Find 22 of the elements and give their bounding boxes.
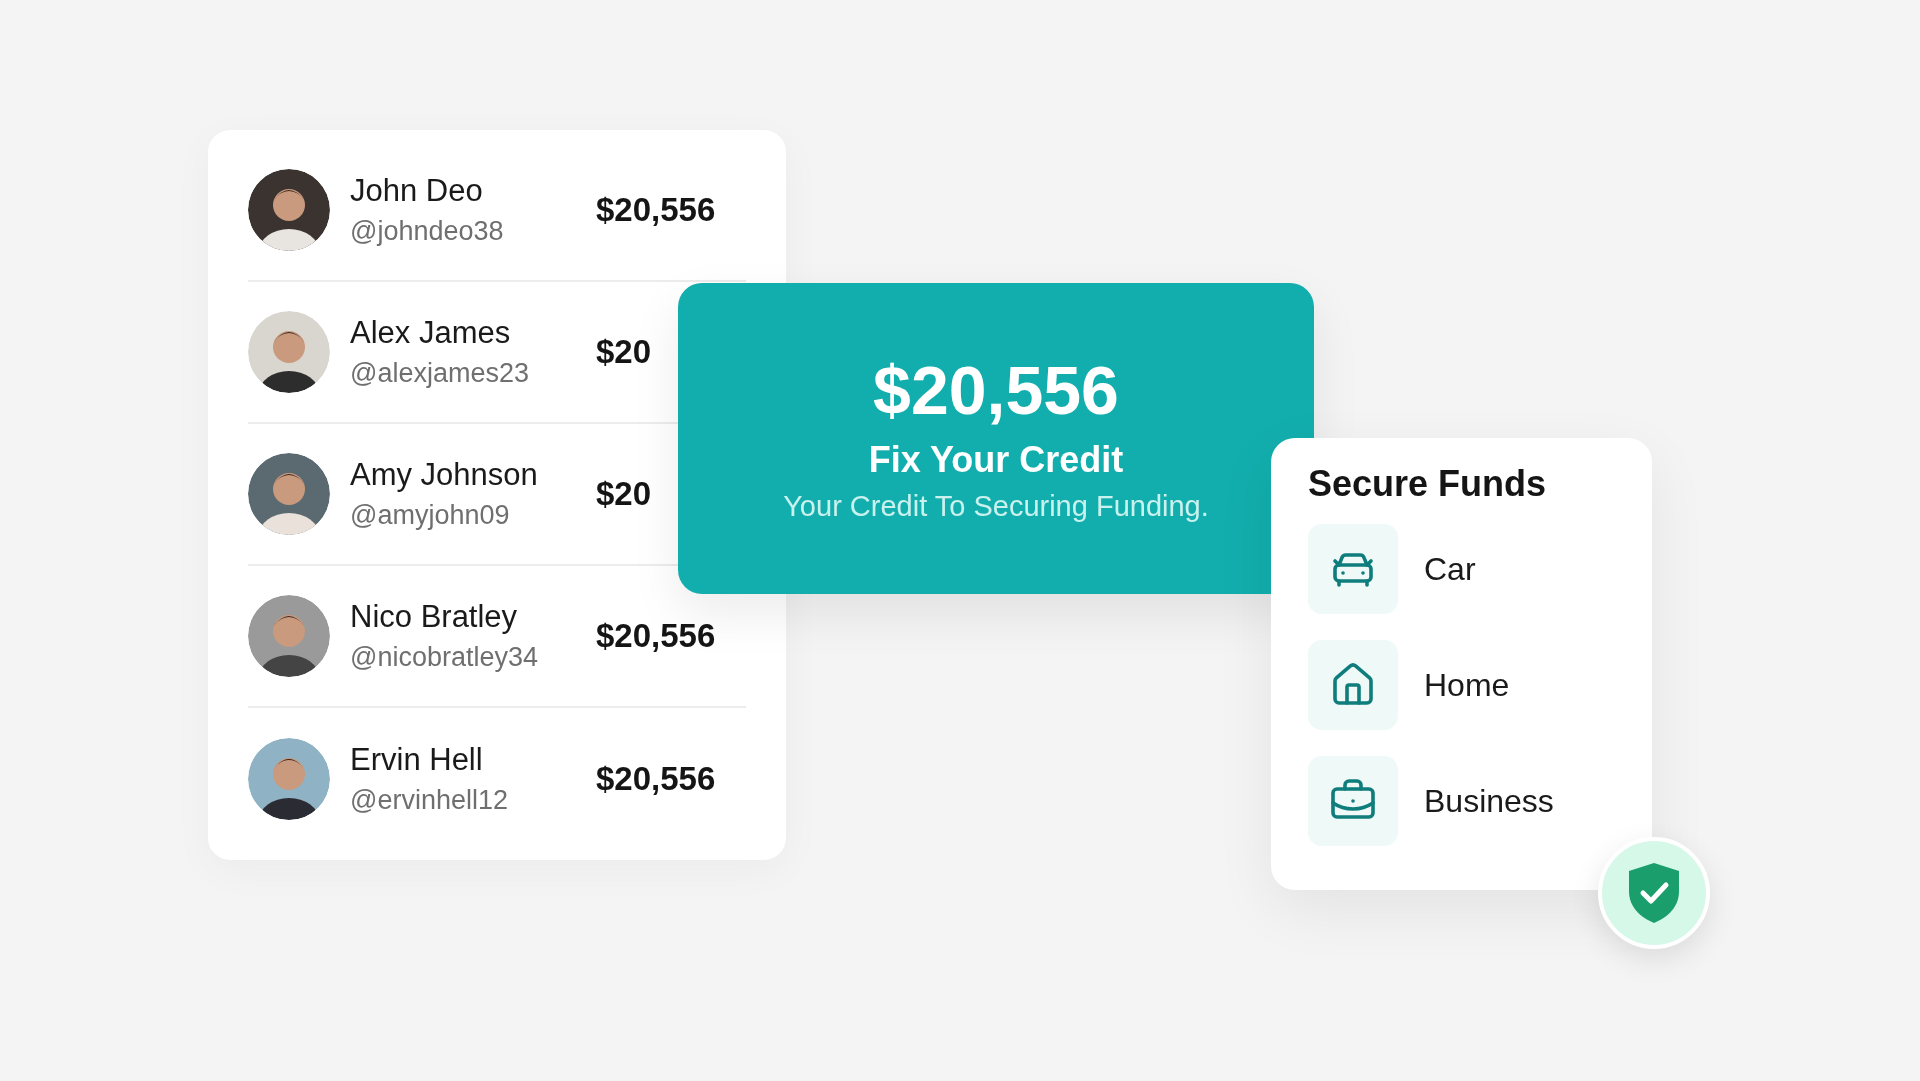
credit-amount: $20,556 — [873, 356, 1119, 424]
amount: $20 — [596, 474, 653, 515]
user-handle: @johndeo38 — [350, 214, 505, 248]
amount: $20,556 — [596, 190, 717, 231]
fund-label: Home — [1424, 666, 1510, 705]
fund-label: Car — [1424, 550, 1476, 589]
amount: $20,556 — [596, 616, 717, 657]
credit-title: Fix Your Credit — [868, 442, 1124, 478]
fund-label: Business — [1424, 782, 1554, 821]
amount: $20,556 — [596, 759, 717, 800]
user-name: Amy Johnson — [350, 455, 539, 494]
credit-subtitle: Your Credit To Securing Funding. — [783, 492, 1209, 521]
user-name: Nico Bratley — [350, 597, 519, 636]
user-handle: @ervinhell12 — [350, 783, 509, 817]
user-name: Alex James — [350, 313, 512, 352]
amount: $20 — [596, 332, 653, 373]
user-handle: @alexjames23 — [350, 356, 530, 390]
user-handle: @amyjohn09 — [350, 498, 511, 532]
user-name: Ervin Hell — [350, 740, 484, 779]
funds-title: Secure Funds — [1308, 466, 1548, 502]
user-name: John Deo — [350, 171, 484, 210]
user-handle: @nicobratley34 — [350, 640, 539, 674]
